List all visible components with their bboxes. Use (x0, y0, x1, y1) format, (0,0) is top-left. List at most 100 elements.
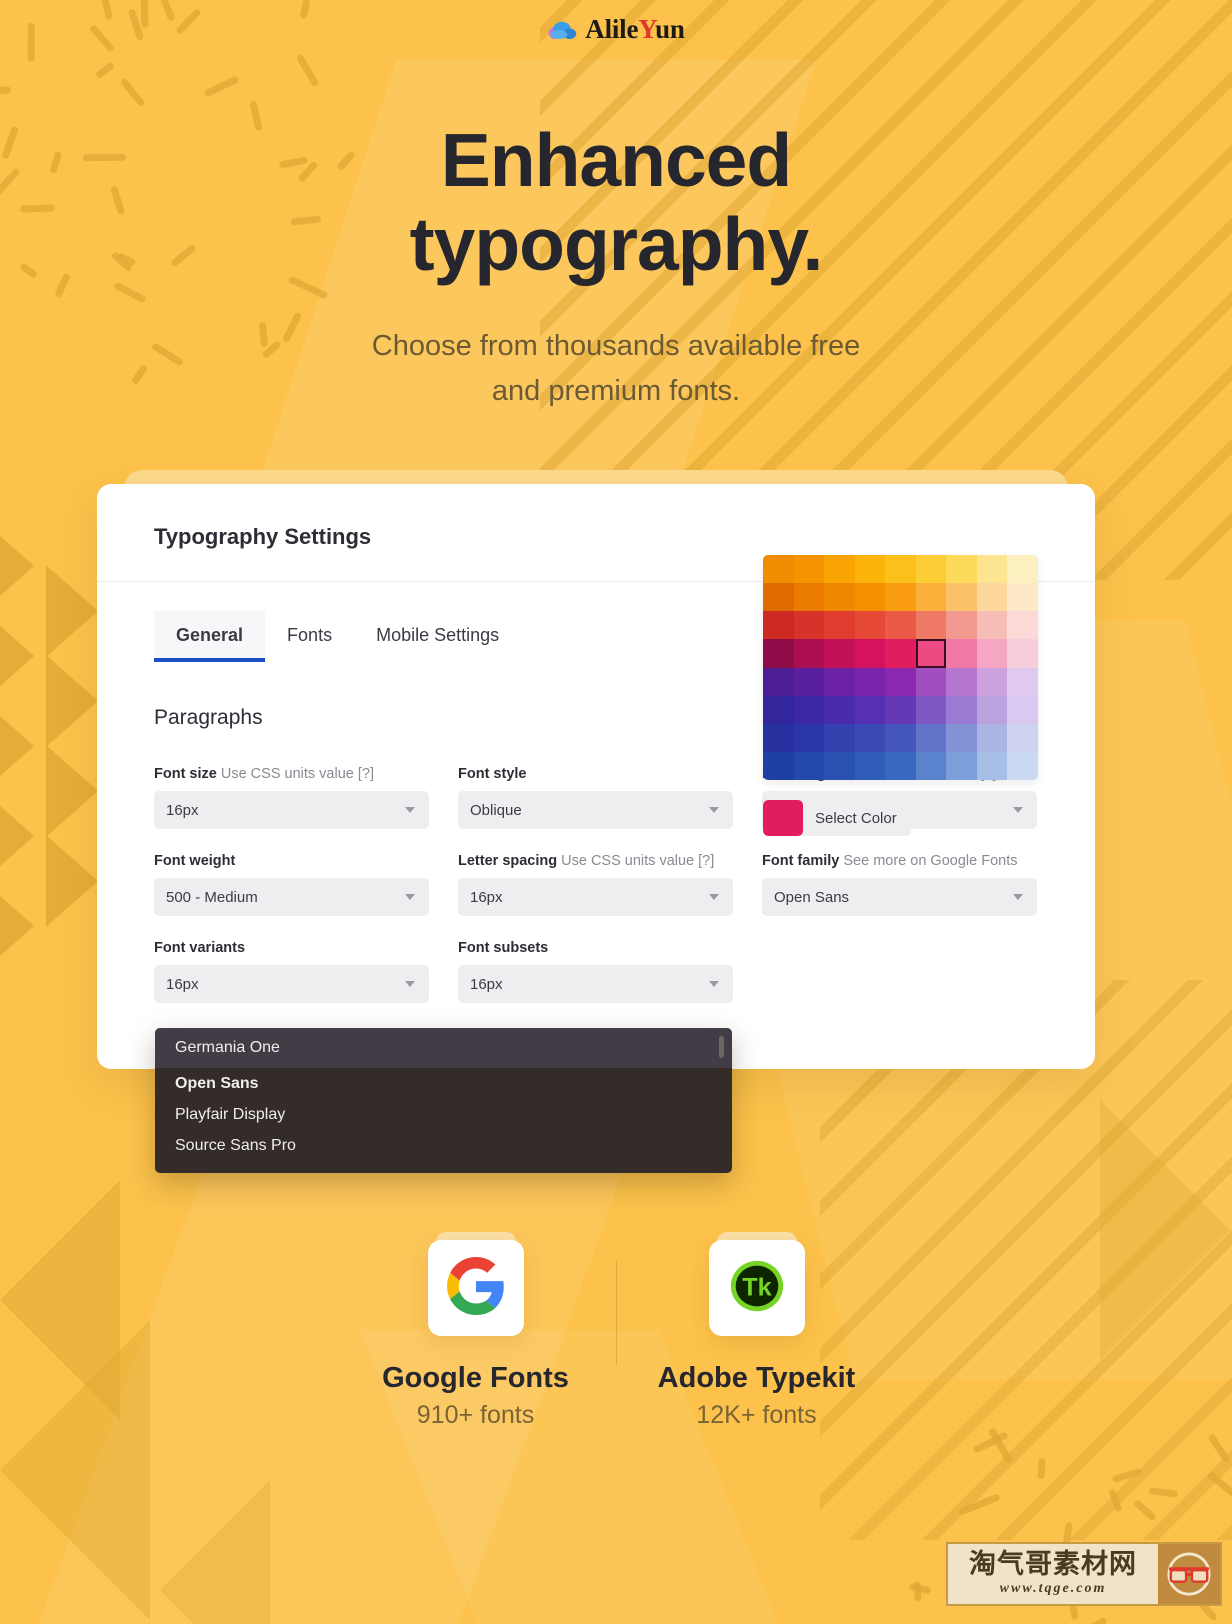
color-swatch[interactable] (793, 555, 825, 584)
color-swatch[interactable] (915, 555, 947, 584)
color-swatch[interactable] (885, 583, 916, 612)
select-font-variants[interactable]: 16px (154, 965, 429, 1003)
color-swatch[interactable] (793, 723, 825, 752)
color-swatch[interactable] (854, 667, 886, 696)
color-swatch[interactable] (763, 611, 794, 640)
color-swatch[interactable] (763, 583, 794, 612)
color-swatch[interactable] (946, 667, 977, 696)
dropdown-option[interactable]: Germania One (155, 1028, 732, 1068)
background-dash (119, 77, 147, 109)
font-family-dropdown[interactable]: Germania One Open Sans Playfair Display Sou… (155, 1028, 732, 1173)
select-letter-spacing[interactable]: 16px (458, 878, 733, 916)
page-title: Enhanced typography. (0, 118, 1232, 286)
select-font-family[interactable]: Open Sans (762, 878, 1037, 916)
select-color-button[interactable]: Select Color (763, 800, 911, 836)
color-swatch[interactable] (824, 667, 855, 696)
color-swatch[interactable] (824, 611, 855, 640)
color-swatch[interactable] (1007, 723, 1038, 752)
dropdown-option[interactable]: Open Sans (155, 1068, 732, 1099)
color-swatch[interactable] (763, 723, 794, 752)
color-palette-grid[interactable] (763, 555, 1038, 780)
color-swatch[interactable] (915, 611, 947, 640)
color-swatch[interactable] (915, 583, 947, 612)
color-swatch[interactable] (1007, 611, 1038, 640)
color-swatch[interactable] (946, 751, 977, 780)
color-swatch[interactable] (885, 751, 916, 780)
dropdown-option[interactable]: Playfair Display (155, 1099, 732, 1130)
select-font-subsets[interactable]: 16px (458, 965, 733, 1003)
color-swatch[interactable] (793, 611, 825, 640)
color-swatch[interactable] (1007, 583, 1038, 612)
adobe-typekit-tile[interactable]: Tk (708, 1240, 805, 1336)
color-swatch[interactable] (976, 583, 1008, 612)
color-swatch[interactable] (854, 751, 886, 780)
color-swatch[interactable] (793, 667, 825, 696)
color-swatch[interactable] (854, 555, 886, 584)
color-swatch[interactable] (793, 583, 825, 612)
color-swatch[interactable] (915, 751, 947, 780)
color-swatch[interactable] (885, 639, 916, 668)
tab-label: Mobile Settings (376, 625, 500, 645)
color-swatch[interactable] (1007, 695, 1038, 724)
color-swatch[interactable] (915, 667, 947, 696)
color-swatch[interactable] (824, 555, 855, 584)
color-swatch[interactable] (885, 723, 916, 752)
google-fonts-tile[interactable] (427, 1240, 524, 1336)
field-font-weight: Font weight 500 - Medium (154, 853, 429, 916)
color-swatch[interactable] (946, 611, 977, 640)
color-swatch[interactable] (946, 555, 977, 584)
select-value: 16px (470, 975, 503, 993)
color-swatch[interactable] (885, 667, 916, 696)
color-swatch[interactable] (976, 639, 1008, 668)
color-swatch[interactable] (915, 695, 947, 724)
color-swatch[interactable] (793, 695, 825, 724)
color-swatch[interactable] (824, 695, 855, 724)
color-swatch[interactable] (976, 723, 1008, 752)
color-swatch[interactable] (976, 555, 1008, 584)
color-swatch[interactable] (854, 639, 886, 668)
select-font-size[interactable]: 16px (154, 791, 429, 829)
color-swatch[interactable] (976, 751, 1008, 780)
color-swatch[interactable] (824, 639, 855, 668)
color-swatch[interactable] (976, 667, 1008, 696)
color-swatch[interactable] (824, 583, 855, 612)
color-swatch[interactable] (915, 723, 947, 752)
color-swatch[interactable] (1007, 555, 1038, 584)
tab-fonts[interactable]: Fonts (265, 611, 354, 662)
color-swatch[interactable] (763, 695, 794, 724)
color-swatch[interactable] (976, 611, 1008, 640)
dropdown-scrollbar[interactable] (719, 1036, 724, 1058)
color-swatch[interactable] (824, 723, 855, 752)
color-swatch[interactable] (915, 639, 947, 668)
color-swatch[interactable] (885, 611, 916, 640)
color-swatch[interactable] (854, 611, 886, 640)
color-swatch[interactable] (793, 751, 825, 780)
color-swatch[interactable] (763, 639, 794, 668)
hero-section: Enhanced typography. Choose from thousan… (0, 118, 1232, 414)
tab-mobile-settings[interactable]: Mobile Settings (354, 611, 521, 662)
chevron-down-icon (405, 807, 415, 813)
google-g-icon (446, 1256, 505, 1320)
color-swatch[interactable] (854, 695, 886, 724)
select-font-weight[interactable]: 500 - Medium (154, 878, 429, 916)
color-swatch[interactable] (885, 555, 916, 584)
tab-general[interactable]: General (154, 611, 266, 662)
color-swatch[interactable] (1007, 751, 1038, 780)
color-swatch[interactable] (824, 751, 855, 780)
color-swatch[interactable] (793, 639, 825, 668)
color-swatch[interactable] (854, 723, 886, 752)
color-swatch[interactable] (946, 695, 977, 724)
dropdown-option[interactable]: Source Sans Pro (155, 1130, 732, 1161)
color-swatch[interactable] (763, 555, 794, 584)
color-swatch[interactable] (946, 639, 977, 668)
color-swatch[interactable] (1007, 667, 1038, 696)
color-swatch[interactable] (763, 751, 794, 780)
color-swatch[interactable] (854, 583, 886, 612)
color-swatch[interactable] (946, 583, 977, 612)
color-swatch[interactable] (946, 723, 977, 752)
color-swatch[interactable] (1007, 639, 1038, 668)
color-swatch[interactable] (976, 695, 1008, 724)
select-font-style[interactable]: Oblique (458, 791, 733, 829)
color-swatch[interactable] (763, 667, 794, 696)
color-swatch[interactable] (885, 695, 916, 724)
